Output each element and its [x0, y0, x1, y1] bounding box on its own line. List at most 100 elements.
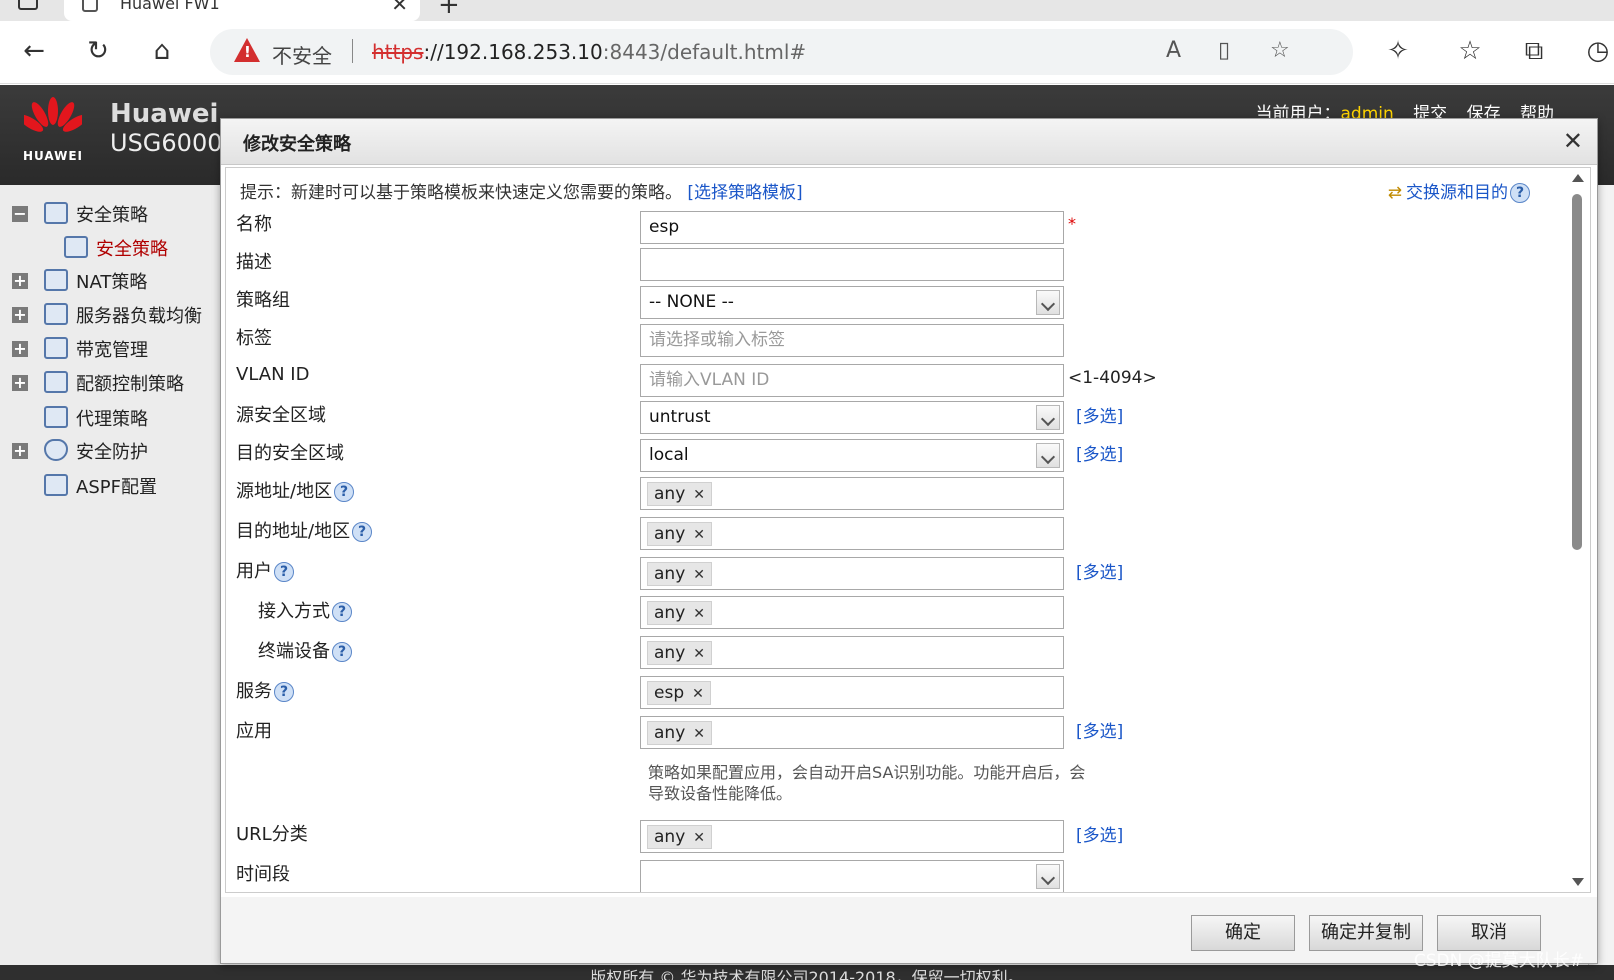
vlan-id-label: VLAN ID	[236, 364, 310, 385]
swap-link[interactable]: 交换源和目的	[1406, 183, 1508, 203]
tag-input[interactable]: 请选择或输入标签	[640, 324, 1064, 357]
sidebar-item-security-policy[interactable]: − 安全策略	[0, 199, 220, 229]
application-input[interactable]: any ✕	[640, 716, 1064, 749]
sidebar-item-nat-policy[interactable]: + NAT策略	[0, 266, 220, 296]
expand-icon[interactable]: +	[12, 341, 28, 357]
refresh-icon[interactable]: ↻	[78, 31, 118, 71]
aspf-icon	[44, 474, 68, 496]
access-mode-chip: any ✕	[647, 601, 712, 625]
help-icon[interactable]: ?	[274, 562, 294, 582]
security-status[interactable]: 不安全	[272, 40, 332, 69]
remove-chip-icon[interactable]: ✕	[693, 606, 705, 622]
user-multi-select[interactable]: [多选]	[1076, 558, 1123, 583]
help-icon[interactable]: ?	[334, 482, 355, 502]
chevron-down-icon[interactable]	[1036, 864, 1060, 889]
sidebar-item-aspf[interactable]: ASPF配置	[0, 471, 220, 501]
url-category-multi-select[interactable]: [多选]	[1076, 821, 1123, 846]
url-text[interactable]: https://192.168.253.10:8443/default.html…	[372, 40, 806, 64]
huawei-petals-icon	[24, 97, 82, 132]
application-multi-select[interactable]: [多选]	[1076, 717, 1123, 742]
policy-group-select[interactable]: -- NONE --	[640, 286, 1064, 319]
dialog-scrollbar[interactable]	[1568, 168, 1588, 892]
name-input[interactable]: esp	[640, 211, 1064, 244]
expand-icon[interactable]: +	[12, 375, 28, 391]
sidebar-item-security-policy-child[interactable]: 安全策略	[20, 233, 220, 263]
terminal-input[interactable]: any ✕	[640, 636, 1064, 669]
sidebar: − 安全策略 安全策略 + NAT策略 + 服务器负载均衡 + 带宽管理 + 配…	[0, 185, 220, 965]
back-icon[interactable]: ←	[14, 31, 54, 71]
proxy-icon	[44, 406, 68, 428]
expand-icon[interactable]: +	[12, 307, 28, 323]
history-icon[interactable]: ◷	[1578, 31, 1614, 71]
remove-chip-icon[interactable]: ✕	[693, 646, 705, 662]
swap-src-dst[interactable]: ⇄ 交换源和目的?	[1388, 178, 1530, 203]
remove-chip-icon[interactable]: ✕	[693, 527, 705, 543]
sidebar-item-bandwidth[interactable]: + 带宽管理	[0, 334, 220, 364]
expand-icon[interactable]: +	[12, 443, 28, 459]
ok-and-copy-button[interactable]: 确定并复制	[1309, 915, 1423, 951]
vlan-id-input[interactable]: 请输入VLAN ID	[640, 364, 1064, 397]
dst-zone-multi-select[interactable]: [多选]	[1076, 440, 1123, 465]
favorites-icon[interactable]: ☆	[1450, 31, 1490, 71]
sidebar-item-label: 安全策略	[76, 205, 148, 226]
select-template-link[interactable]: [选择策略模板]	[687, 183, 802, 203]
remove-chip-icon[interactable]: ✕	[693, 567, 705, 583]
help-icon[interactable]: ?	[332, 602, 352, 622]
help-icon[interactable]: ?	[352, 522, 373, 542]
sidebar-item-quota-control[interactable]: + 配额控制策略	[0, 368, 220, 398]
expand-icon[interactable]: +	[12, 273, 28, 289]
new-tab-icon[interactable]: +	[438, 0, 460, 20]
add-favorite-icon[interactable]: ☆	[1270, 38, 1290, 63]
chevron-down-icon[interactable]	[1036, 290, 1060, 315]
scroll-down-icon[interactable]	[1572, 878, 1584, 886]
address-separator	[352, 39, 353, 63]
sidebar-item-security-protection[interactable]: + 安全防护	[0, 436, 220, 466]
scroll-up-icon[interactable]	[1572, 174, 1584, 182]
dst-addr-input[interactable]: any ✕	[640, 517, 1064, 550]
collections-icon[interactable]: ⧉	[1514, 31, 1554, 71]
description-input[interactable]	[640, 248, 1064, 281]
sidebar-item-proxy-policy[interactable]: 代理策略	[0, 403, 220, 433]
tab-close-icon[interactable]: ✕	[391, 0, 408, 16]
collapse-icon[interactable]: −	[12, 206, 28, 222]
sidebar-item-server-load-balancing[interactable]: + 服务器负载均衡	[0, 300, 220, 330]
user-input[interactable]: any ✕	[640, 557, 1064, 590]
application-label: 应用	[236, 721, 272, 742]
access-mode-input[interactable]: any ✕	[640, 596, 1064, 629]
url-category-input[interactable]: any ✕	[640, 820, 1064, 853]
close-icon[interactable]: ✕	[1563, 127, 1583, 155]
home-icon[interactable]: ⌂	[142, 31, 182, 71]
read-aloud-icon[interactable]: A	[1166, 38, 1181, 63]
split-screen-icon[interactable]: ▯	[1218, 38, 1230, 63]
browser-tab[interactable]: Huawei FW1 ✕	[64, 0, 420, 21]
tab-actions-icon[interactable]	[18, 0, 38, 10]
address-bar[interactable]: 不安全 https://192.168.253.10:8443/default.…	[210, 29, 1353, 75]
scroll-thumb[interactable]	[1572, 194, 1582, 550]
dst-zone-value: local	[649, 445, 689, 465]
service-label-text: 服务	[236, 681, 272, 702]
help-icon[interactable]: ?	[332, 642, 352, 662]
remove-chip-icon[interactable]: ✕	[693, 830, 705, 846]
chevron-down-icon[interactable]	[1036, 443, 1060, 468]
src-zone-select[interactable]: untrust	[640, 401, 1064, 434]
chevron-down-icon[interactable]	[1036, 405, 1060, 430]
service-input[interactable]: esp ✕	[640, 676, 1064, 709]
sidebar-item-label: 带宽管理	[76, 340, 148, 361]
name-label: 名称	[236, 214, 272, 235]
remove-chip-icon[interactable]: ✕	[693, 487, 705, 503]
terminal-label-text: 终端设备	[258, 641, 330, 662]
remove-chip-icon[interactable]: ✕	[692, 686, 704, 702]
src-addr-input[interactable]: any ✕	[640, 477, 1064, 510]
ok-button[interactable]: 确定	[1191, 915, 1295, 951]
warning-icon[interactable]	[234, 38, 260, 62]
chip-label: esp	[654, 683, 685, 703]
help-icon[interactable]: ?	[274, 682, 294, 702]
src-zone-multi-select[interactable]: [多选]	[1076, 402, 1123, 427]
help-icon[interactable]: ?	[1510, 183, 1530, 203]
dst-zone-select[interactable]: local	[640, 439, 1064, 472]
terminal-chip: any ✕	[647, 641, 712, 665]
time-range-select[interactable]	[640, 860, 1064, 892]
extensions-icon[interactable]: ✧	[1378, 31, 1418, 71]
remove-chip-icon[interactable]: ✕	[693, 726, 705, 742]
page-footer: 版权所有 © 华为技术有限公司2014-2018，保留一切权利。	[0, 965, 1614, 980]
